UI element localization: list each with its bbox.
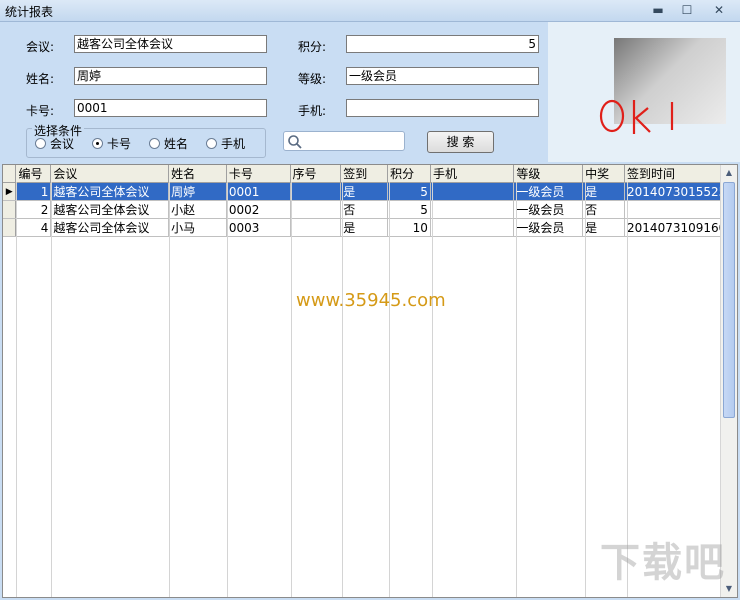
radio-card[interactable]: 卡号 bbox=[92, 135, 131, 152]
points-label: 积分: bbox=[298, 40, 327, 54]
radio-meeting-label: 会议 bbox=[50, 137, 75, 151]
card-field[interactable]: 0001 bbox=[74, 99, 267, 117]
column-divider bbox=[516, 182, 517, 597]
cell-card[interactable]: 0003 bbox=[226, 218, 291, 237]
title-bar: 统计报表 ▬ ☐ ✕ bbox=[0, 0, 740, 22]
col-header-signed[interactable]: 签到 bbox=[340, 165, 389, 183]
radio-circle-icon bbox=[149, 138, 160, 149]
maximize-button[interactable]: ☐ bbox=[675, 3, 699, 19]
column-divider bbox=[16, 182, 17, 597]
radio-circle-icon bbox=[206, 138, 217, 149]
radio-phone[interactable]: 手机 bbox=[206, 135, 245, 152]
cell-card[interactable]: 0001 bbox=[226, 182, 291, 201]
cell-seq[interactable] bbox=[290, 200, 342, 219]
header-row: 编号 会议 姓名 卡号 序号 签到 积分 手机 等级 中奖 签到时间 bbox=[3, 165, 737, 183]
cell-meeting[interactable]: 越客公司全体会议 bbox=[50, 218, 170, 237]
col-header-prize[interactable]: 中奖 bbox=[582, 165, 626, 183]
cell-level[interactable]: 一级会员 bbox=[513, 218, 584, 237]
cell-signed[interactable]: 是 bbox=[340, 182, 389, 201]
cell-signed[interactable]: 是 bbox=[340, 218, 389, 237]
cell-card[interactable]: 0002 bbox=[226, 200, 291, 219]
name-field[interactable]: 周婷 bbox=[74, 67, 267, 85]
points-field[interactable]: 5 bbox=[346, 35, 539, 53]
column-divider bbox=[342, 182, 343, 597]
meeting-field[interactable]: 越客公司全体会议 bbox=[74, 35, 267, 53]
cell-points[interactable]: 5 bbox=[387, 200, 431, 219]
col-header-card[interactable]: 卡号 bbox=[226, 165, 291, 183]
cell-level[interactable]: 一级会员 bbox=[513, 200, 584, 219]
cell-meeting[interactable]: 越客公司全体会议 bbox=[50, 200, 170, 219]
cell-prize[interactable]: 是 bbox=[582, 182, 626, 201]
cell-id[interactable]: 4 bbox=[15, 218, 52, 237]
cell-signed[interactable]: 否 bbox=[340, 200, 389, 219]
radio-meeting[interactable]: 会议 bbox=[35, 135, 74, 152]
col-header-id[interactable]: 编号 bbox=[15, 165, 52, 183]
search-icon bbox=[288, 135, 302, 149]
card-label: 卡号: bbox=[26, 104, 55, 118]
handwriting-signature bbox=[599, 99, 674, 134]
col-header-meeting[interactable]: 会议 bbox=[50, 165, 170, 183]
col-header-seq[interactable]: 序号 bbox=[290, 165, 342, 183]
window-title: 统计报表 bbox=[5, 5, 54, 19]
search-button[interactable]: 搜 索 bbox=[427, 131, 494, 153]
level-field[interactable]: 一级会员 bbox=[346, 67, 539, 85]
header-corner bbox=[3, 165, 17, 183]
meeting-label: 会议: bbox=[26, 40, 55, 54]
minimize-button[interactable]: ▬ bbox=[646, 3, 670, 19]
scroll-up-arrow-icon[interactable]: ▲ bbox=[721, 165, 737, 181]
column-divider bbox=[432, 182, 433, 597]
cell-name[interactable]: 小赵 bbox=[168, 200, 227, 219]
column-divider bbox=[227, 182, 228, 597]
radio-name[interactable]: 姓名 bbox=[149, 135, 188, 152]
name-label: 姓名: bbox=[26, 72, 55, 86]
cell-id[interactable]: 2 bbox=[15, 200, 52, 219]
cell-seq[interactable] bbox=[290, 218, 342, 237]
phone-label: 手机: bbox=[298, 104, 327, 118]
cell-meeting[interactable]: 越客公司全体会议 bbox=[50, 182, 170, 201]
column-divider bbox=[585, 182, 586, 597]
col-header-name[interactable]: 姓名 bbox=[168, 165, 227, 183]
cell-seq[interactable] bbox=[290, 182, 342, 201]
cell-level[interactable]: 一级会员 bbox=[513, 182, 584, 201]
scrollbar-thumb[interactable] bbox=[723, 182, 735, 418]
signature-photo-panel bbox=[548, 22, 740, 162]
col-header-level[interactable]: 等级 bbox=[513, 165, 584, 183]
cell-prize[interactable]: 否 bbox=[582, 200, 626, 219]
radio-checked-icon bbox=[92, 138, 103, 149]
col-header-points[interactable]: 积分 bbox=[387, 165, 431, 183]
cell-prize[interactable]: 是 bbox=[582, 218, 626, 237]
form-panel: 会议: 越客公司全体会议 姓名: 周婷 卡号: 0001 积分: 5 等级: 一… bbox=[0, 22, 740, 162]
cell-id[interactable]: 1 bbox=[15, 182, 52, 201]
radio-card-label: 卡号 bbox=[107, 137, 132, 151]
close-button[interactable]: ✕ bbox=[707, 3, 731, 19]
watermark-url: www.35945.com bbox=[296, 290, 446, 311]
radio-phone-label: 手机 bbox=[221, 137, 246, 151]
column-divider bbox=[291, 182, 292, 597]
cell-name[interactable]: 周婷 bbox=[168, 182, 227, 201]
cell-points[interactable]: 10 bbox=[387, 218, 431, 237]
column-divider bbox=[389, 182, 390, 597]
row-indicator bbox=[3, 218, 17, 237]
row-pointer-icon: ▶ bbox=[3, 182, 17, 201]
search-input[interactable] bbox=[283, 131, 405, 151]
phone-field[interactable] bbox=[346, 99, 539, 117]
radio-circle-icon bbox=[35, 138, 46, 149]
row-indicator bbox=[3, 200, 17, 219]
column-divider bbox=[169, 182, 170, 597]
cell-phone[interactable] bbox=[430, 200, 515, 219]
radio-name-label: 姓名 bbox=[164, 137, 189, 151]
cell-points[interactable]: 5 bbox=[387, 182, 431, 201]
cell-name[interactable]: 小马 bbox=[168, 218, 227, 237]
level-label: 等级: bbox=[298, 72, 327, 86]
cell-phone[interactable] bbox=[430, 218, 515, 237]
cell-phone[interactable] bbox=[430, 182, 515, 201]
corner-watermark-logo: 下载吧 bbox=[600, 540, 726, 586]
col-header-phone[interactable]: 手机 bbox=[430, 165, 515, 183]
column-divider bbox=[51, 182, 52, 597]
